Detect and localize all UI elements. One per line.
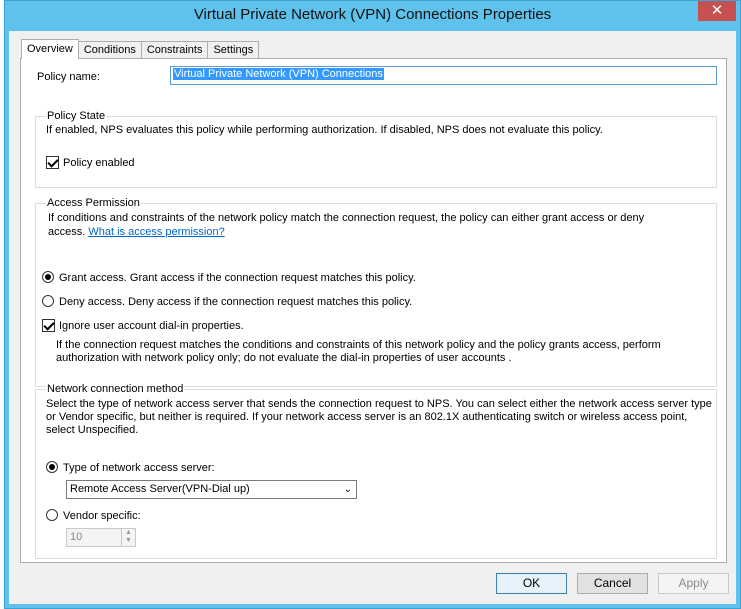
- vendor-specific-value: 10: [70, 531, 83, 543]
- vpn-properties-dialog: Virtual Private Network (VPN) Connection…: [4, 0, 741, 609]
- network-method-title: Network connection method: [46, 383, 185, 395]
- server-type-value: Remote Access Server(VPN-Dial up): [70, 483, 250, 495]
- policy-name-label: Policy name:: [37, 71, 100, 83]
- policy-state-description: If enabled, NPS evaluates this policy wh…: [46, 124, 603, 136]
- ignore-dialin-description-2: authorization with network policy only; …: [56, 352, 512, 364]
- ignore-dialin-checkbox[interactable]: [42, 319, 55, 332]
- access-permission-description-2: access. What is access permission?: [48, 225, 225, 239]
- overview-panel: Policy name: Virtual Private Network (VP…: [20, 58, 727, 563]
- chevron-down-icon: ▼: [125, 537, 132, 544]
- cancel-button[interactable]: Cancel: [577, 573, 648, 594]
- ignore-dialin-label[interactable]: Ignore user account dial-in properties.: [59, 319, 244, 333]
- deny-access-label[interactable]: Deny access. Deny access if the connecti…: [59, 295, 412, 309]
- policy-enabled-checkbox[interactable]: [46, 156, 59, 169]
- chevron-down-icon: ⌄: [343, 484, 352, 495]
- type-of-server-label[interactable]: Type of network access server:: [63, 461, 215, 475]
- chevron-up-icon: ▲: [125, 529, 132, 536]
- grant-access-label[interactable]: Grant access. Grant access if the connec…: [59, 271, 416, 285]
- ignore-dialin-description-1: If the connection request matches the co…: [56, 339, 661, 351]
- tab-overview[interactable]: Overview: [21, 39, 79, 59]
- group-border: [36, 116, 716, 117]
- access-word: access.: [48, 226, 86, 238]
- network-method-description-3: select Unspecified.: [46, 424, 139, 436]
- tab-strip: Overview Conditions Constraints Settings: [21, 39, 260, 59]
- tab-conditions[interactable]: Conditions: [77, 41, 142, 59]
- policy-name-input[interactable]: Virtual Private Network (VPN) Connection…: [170, 66, 717, 85]
- access-permission-description-1: If conditions and constraints of the net…: [48, 212, 645, 224]
- vendor-specific-radio[interactable]: [46, 509, 58, 521]
- apply-button[interactable]: Apply: [658, 573, 729, 594]
- type-of-server-radio[interactable]: [46, 461, 58, 473]
- spinner-arrows: ▲ ▼: [121, 529, 135, 546]
- ok-button[interactable]: OK: [496, 573, 567, 594]
- access-permission-group: Access Permission If conditions and cons…: [35, 197, 717, 387]
- network-method-description-2: or Vendor specific, but neither is requi…: [46, 411, 688, 423]
- close-button[interactable]: ✕: [698, 1, 736, 21]
- window-title: Virtual Private Network (VPN) Connection…: [193, 6, 552, 23]
- server-type-dropdown[interactable]: Remote Access Server(VPN-Dial up) ⌄: [66, 480, 357, 499]
- policy-state-group: Policy State If enabled, NPS evaluates t…: [35, 110, 717, 188]
- deny-access-radio[interactable]: [42, 295, 54, 307]
- access-permission-title: Access Permission: [46, 197, 141, 209]
- vendor-specific-label[interactable]: Vendor specific:: [63, 509, 141, 523]
- tab-constraints[interactable]: Constraints: [140, 41, 209, 59]
- policy-state-title: Policy State: [46, 110, 107, 122]
- vendor-specific-spinner: 10 ▲ ▼: [66, 528, 136, 547]
- title-bar[interactable]: Virtual Private Network (VPN) Connection…: [5, 1, 740, 31]
- policy-enabled-label[interactable]: Policy enabled: [63, 156, 135, 170]
- tab-settings[interactable]: Settings: [207, 41, 260, 59]
- what-is-access-permission-link[interactable]: What is access permission?: [88, 226, 224, 238]
- close-icon: ✕: [710, 2, 724, 19]
- grant-access-radio[interactable]: [42, 271, 54, 283]
- dialog-client-area: Overview Conditions Constraints Settings…: [9, 31, 736, 604]
- network-method-description-1: Select the type of network access server…: [46, 398, 712, 410]
- policy-name-value: Virtual Private Network (VPN) Connection…: [173, 68, 384, 80]
